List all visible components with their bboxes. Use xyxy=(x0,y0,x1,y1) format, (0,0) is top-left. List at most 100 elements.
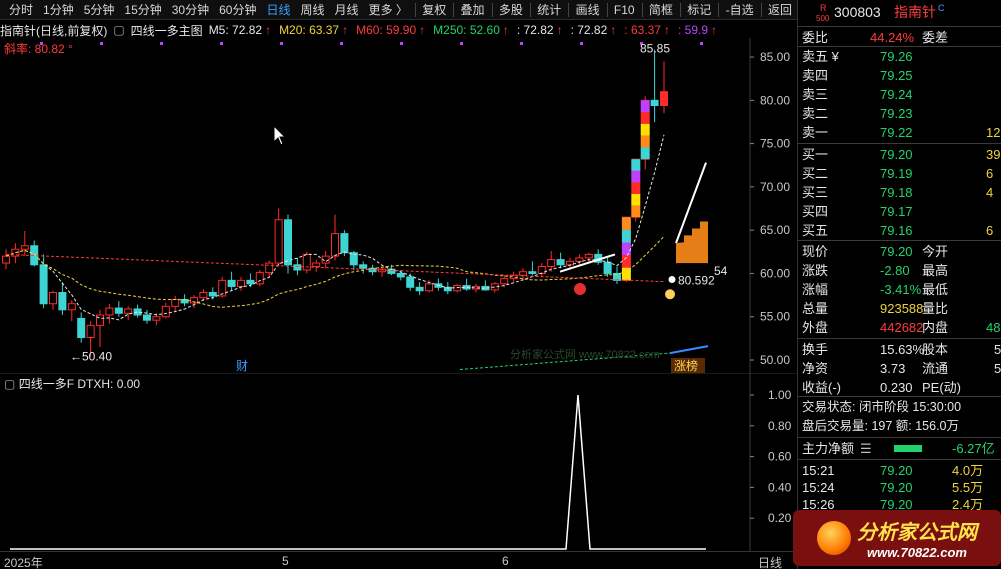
sell-level-price[interactable]: 79.25 xyxy=(880,66,913,85)
stat-label: 换手 xyxy=(802,342,829,357)
settings-icon[interactable]: ▢ xyxy=(113,23,124,37)
signal-dot xyxy=(580,42,583,45)
toolbar-item-7[interactable]: 周线 xyxy=(295,0,329,20)
buy-level-price[interactable]: 79.16 xyxy=(880,221,913,240)
price-tick-label: 75.00 xyxy=(760,137,790,151)
quote-label-2: 今开 xyxy=(922,244,949,259)
up-arrow-icon: ↑ xyxy=(419,23,426,37)
toolbar-item-2[interactable]: 5分钟 xyxy=(79,0,120,20)
indicator-title[interactable]: 四线一多主图 xyxy=(131,22,203,39)
zhangbang-tag[interactable]: 涨榜 xyxy=(674,358,698,373)
breakout-segment xyxy=(631,159,641,171)
sell-level-price[interactable]: 79.24 xyxy=(880,85,913,104)
mouse-cursor-icon xyxy=(273,124,287,146)
ma-label-7: : 59.9 xyxy=(677,23,709,37)
quote-value: -2.80 xyxy=(880,263,910,278)
toolbar-right-item-6[interactable]: 简框 xyxy=(644,0,678,20)
toolbar-right-item-9[interactable]: 返回 xyxy=(763,0,797,20)
signal-dot xyxy=(100,42,103,45)
period-toolbar: 分时 1分钟 5分钟 15分钟 30分钟 60分钟 日线 周线 月线 更多 〉复权 叠加 多股 统计 画线… xyxy=(0,0,797,20)
sell-level-label: 卖三 xyxy=(802,87,829,102)
sub-tick-label: 0.60 xyxy=(768,450,792,464)
list-icon[interactable]: ☰ xyxy=(860,439,872,458)
up-arrow-icon: ↑ xyxy=(265,23,272,37)
x-label-may: 5 xyxy=(282,554,289,568)
quote-row: 卖四 79.25 xyxy=(802,66,1001,85)
quote-label: 现价 xyxy=(802,244,829,259)
ma-label-0: M5: 72.82 xyxy=(208,23,263,37)
signal-dot xyxy=(280,42,283,45)
stat-label: 净资 xyxy=(802,361,829,376)
toolbar-right-item-1[interactable]: 叠加 xyxy=(456,0,490,20)
sub-indicator-chart[interactable]: 1.00 0.80 0.60 0.40 0.20 xyxy=(0,373,797,551)
breakout-segment xyxy=(621,242,631,256)
toolbar-right-item-8[interactable]: -自选 xyxy=(721,0,759,20)
stock-title[interactable]: 指南针(日线,前复权) xyxy=(0,22,107,39)
toolbar-right-item-0[interactable]: 复权 xyxy=(417,0,451,20)
high-price-label: 85.85 xyxy=(640,41,670,55)
candle xyxy=(312,259,321,272)
buy-level-label: 买一 xyxy=(802,147,829,162)
main-flow-value: -6.27亿 xyxy=(952,441,995,456)
up-arrow-icon: ↑ xyxy=(556,23,563,37)
toolbar-right-item-3[interactable]: 统计 xyxy=(532,0,566,20)
quote-row: 买一 79.20 39 xyxy=(802,145,1001,164)
candle xyxy=(284,214,292,274)
toolbar-item-6[interactable]: 日线 xyxy=(261,0,295,20)
sell-level-price[interactable]: 79.23 xyxy=(880,104,913,123)
toolbar-right-item-2[interactable]: 多股 xyxy=(494,0,528,20)
buy-level-price[interactable]: 79.17 xyxy=(880,202,913,221)
toolbar-item-0[interactable]: 分时 xyxy=(4,0,38,20)
buy-level-label: 买四 xyxy=(802,204,829,219)
up-arrow-icon: ↑ xyxy=(663,23,670,37)
stat-value: 0.230 xyxy=(880,380,913,395)
quote-value: -3.41% xyxy=(880,282,922,297)
sell-level-price[interactable]: 79.26 xyxy=(880,47,913,66)
toolbar-item-8[interactable]: 月线 xyxy=(330,0,364,20)
stat-value: 3.73 xyxy=(880,361,906,376)
breakout-segment xyxy=(631,205,641,218)
sell-level-price[interactable]: 79.22 xyxy=(880,123,913,142)
quote-label-2: 量比 xyxy=(922,301,949,316)
event-marker-icon[interactable] xyxy=(574,283,586,296)
quote-row: 换手 15.63% 股本 5 xyxy=(802,340,1001,359)
quote-label-2: 最高 xyxy=(922,263,949,278)
sell-level-label: 卖五 ¥ xyxy=(802,49,839,64)
site-logo: 分析家公式网 www.70822.com xyxy=(793,510,1001,566)
stock-code[interactable]: 300803 xyxy=(834,3,881,22)
x-label-jun: 6 xyxy=(502,554,509,568)
toolbar-item-1[interactable]: 1分钟 xyxy=(38,0,79,20)
candle xyxy=(359,261,368,274)
ma-label-3: M250: 52.60 xyxy=(433,23,500,37)
ma-label-1: M20: 63.37 xyxy=(279,23,340,37)
quote-value: 79.20 xyxy=(880,244,913,259)
period-label[interactable]: 日线 xyxy=(758,554,782,569)
finance-tag[interactable]: 财 xyxy=(236,359,248,373)
toolbar-item-9[interactable]: 更多 〉 xyxy=(364,0,413,20)
breakout-segment xyxy=(640,100,650,113)
stock-name[interactable]: 指南针 xyxy=(894,3,936,22)
toolbar-right-item-7[interactable]: 标记 xyxy=(682,0,716,20)
toolbar-right-item-5[interactable]: F10 xyxy=(609,0,640,20)
toolbar-item-3[interactable]: 15分钟 xyxy=(119,0,166,20)
toolbar-item-4[interactable]: 30分钟 xyxy=(167,0,214,20)
quote-panel: R 500 300803 指南针 C 委比 44.24% 委差 卖五 ¥79.2… xyxy=(797,0,1001,569)
candle xyxy=(575,254,584,265)
logo-title: 分析家公式网 xyxy=(857,522,977,544)
main-flow-label[interactable]: 主力净额 xyxy=(802,439,854,458)
toolbar-right-item-4[interactable]: 画线 xyxy=(571,0,605,20)
candle xyxy=(237,276,245,291)
main-price-chart[interactable]: 85.00 80.00 75.00 70.00 65.00 60.00 55.00 50.00… xyxy=(0,38,797,373)
toolbar-item-5[interactable]: 60分钟 xyxy=(214,0,261,20)
s-marker-icon[interactable] xyxy=(665,289,675,300)
candle xyxy=(265,260,274,278)
stat-label-2: 股本 xyxy=(922,342,949,357)
quote-row: 买四 79.17 xyxy=(802,202,1001,221)
signal-dot xyxy=(400,42,403,45)
superscript-c: C xyxy=(938,3,945,13)
buy-level-price[interactable]: 79.19 xyxy=(880,164,913,183)
buy-level-price[interactable]: 79.18 xyxy=(880,183,913,202)
price-tick-label: 55.00 xyxy=(760,310,790,324)
buy-level-price[interactable]: 79.20 xyxy=(880,145,913,164)
x-axis: 2025年 5 6 日线 xyxy=(0,551,797,569)
